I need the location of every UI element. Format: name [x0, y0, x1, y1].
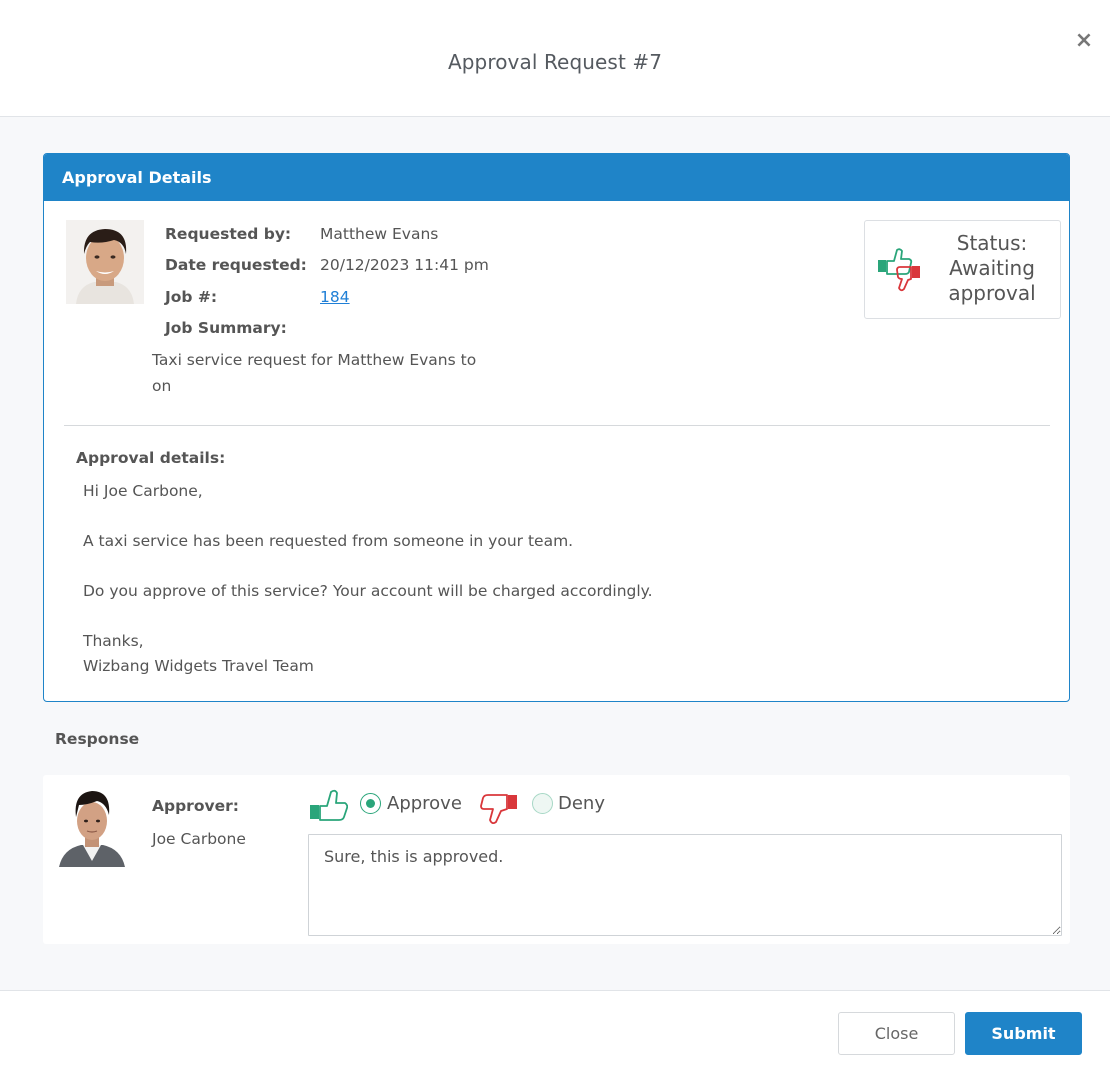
status-line-3: approval	[948, 281, 1036, 305]
thumbs-up-down-icon	[878, 248, 920, 292]
status-line-1: Status:	[956, 231, 1028, 255]
status-line-2: Awaiting	[949, 256, 1035, 280]
approve-radio[interactable]	[360, 793, 381, 814]
response-heading: Response	[55, 730, 140, 748]
job-summary-label: Job Summary:	[165, 319, 287, 337]
submit-button[interactable]: Submit	[965, 1012, 1082, 1055]
modal-footer: Close Submit	[0, 990, 1110, 1075]
close-button[interactable]: Close	[838, 1012, 955, 1055]
close-icon[interactable]: ×	[1074, 28, 1094, 54]
approval-details-label: Approval details:	[76, 449, 226, 467]
requested-by-label: Requested by:	[165, 225, 292, 243]
approver-label: Approver:	[152, 797, 239, 815]
status-text: Status: Awaiting approval	[927, 231, 1057, 306]
status-badge: Status: Awaiting approval	[864, 220, 1061, 319]
job-number-label: Job #:	[165, 288, 218, 306]
approve-radio-dot	[365, 798, 375, 808]
approval-modal: Approval Request #7 × Approval Details R…	[0, 0, 1110, 1075]
thumbs-down-icon	[480, 794, 517, 825]
response-comment-input[interactable]: Sure, this is approved.	[308, 834, 1062, 936]
job-summary-text: Taxi service request for Matthew Evans t…	[152, 351, 477, 395]
modal-title: Approval Request #7	[447, 50, 663, 74]
requester-avatar	[66, 220, 144, 304]
message-body-1: A taxi service has been requested from s…	[83, 532, 574, 550]
modal-header: Approval Request #7 ×	[0, 0, 1110, 117]
date-requested-value: 20/12/2023 11:41 pm	[320, 256, 489, 274]
approver-avatar	[59, 785, 125, 867]
response-card: Approver: Joe Carbone Approve Deny Sure,…	[43, 775, 1070, 944]
divider	[64, 425, 1050, 426]
approve-label: Approve	[387, 793, 462, 814]
approver-name: Joe Carbone	[152, 830, 246, 848]
message-greeting: Hi Joe Carbone,	[83, 482, 203, 500]
date-requested-label: Date requested:	[165, 256, 307, 274]
deny-option[interactable]: Deny	[479, 787, 619, 827]
deny-label: Deny	[558, 793, 605, 814]
requested-by-value: Matthew Evans	[320, 225, 439, 243]
approve-option[interactable]: Approve	[308, 787, 468, 827]
job-number-link[interactable]: 184	[320, 288, 350, 306]
message-signoff: Thanks,	[83, 632, 144, 650]
approval-details-panel: Approval Details Requested by: Matthew E…	[43, 153, 1070, 702]
thumbs-up-icon	[310, 789, 348, 821]
deny-radio[interactable]	[532, 793, 553, 814]
message-body-2: Do you approve of this service? Your acc…	[83, 582, 653, 600]
panel-heading: Approval Details	[44, 154, 1069, 201]
message-signature: Wizbang Widgets Travel Team	[83, 657, 314, 675]
